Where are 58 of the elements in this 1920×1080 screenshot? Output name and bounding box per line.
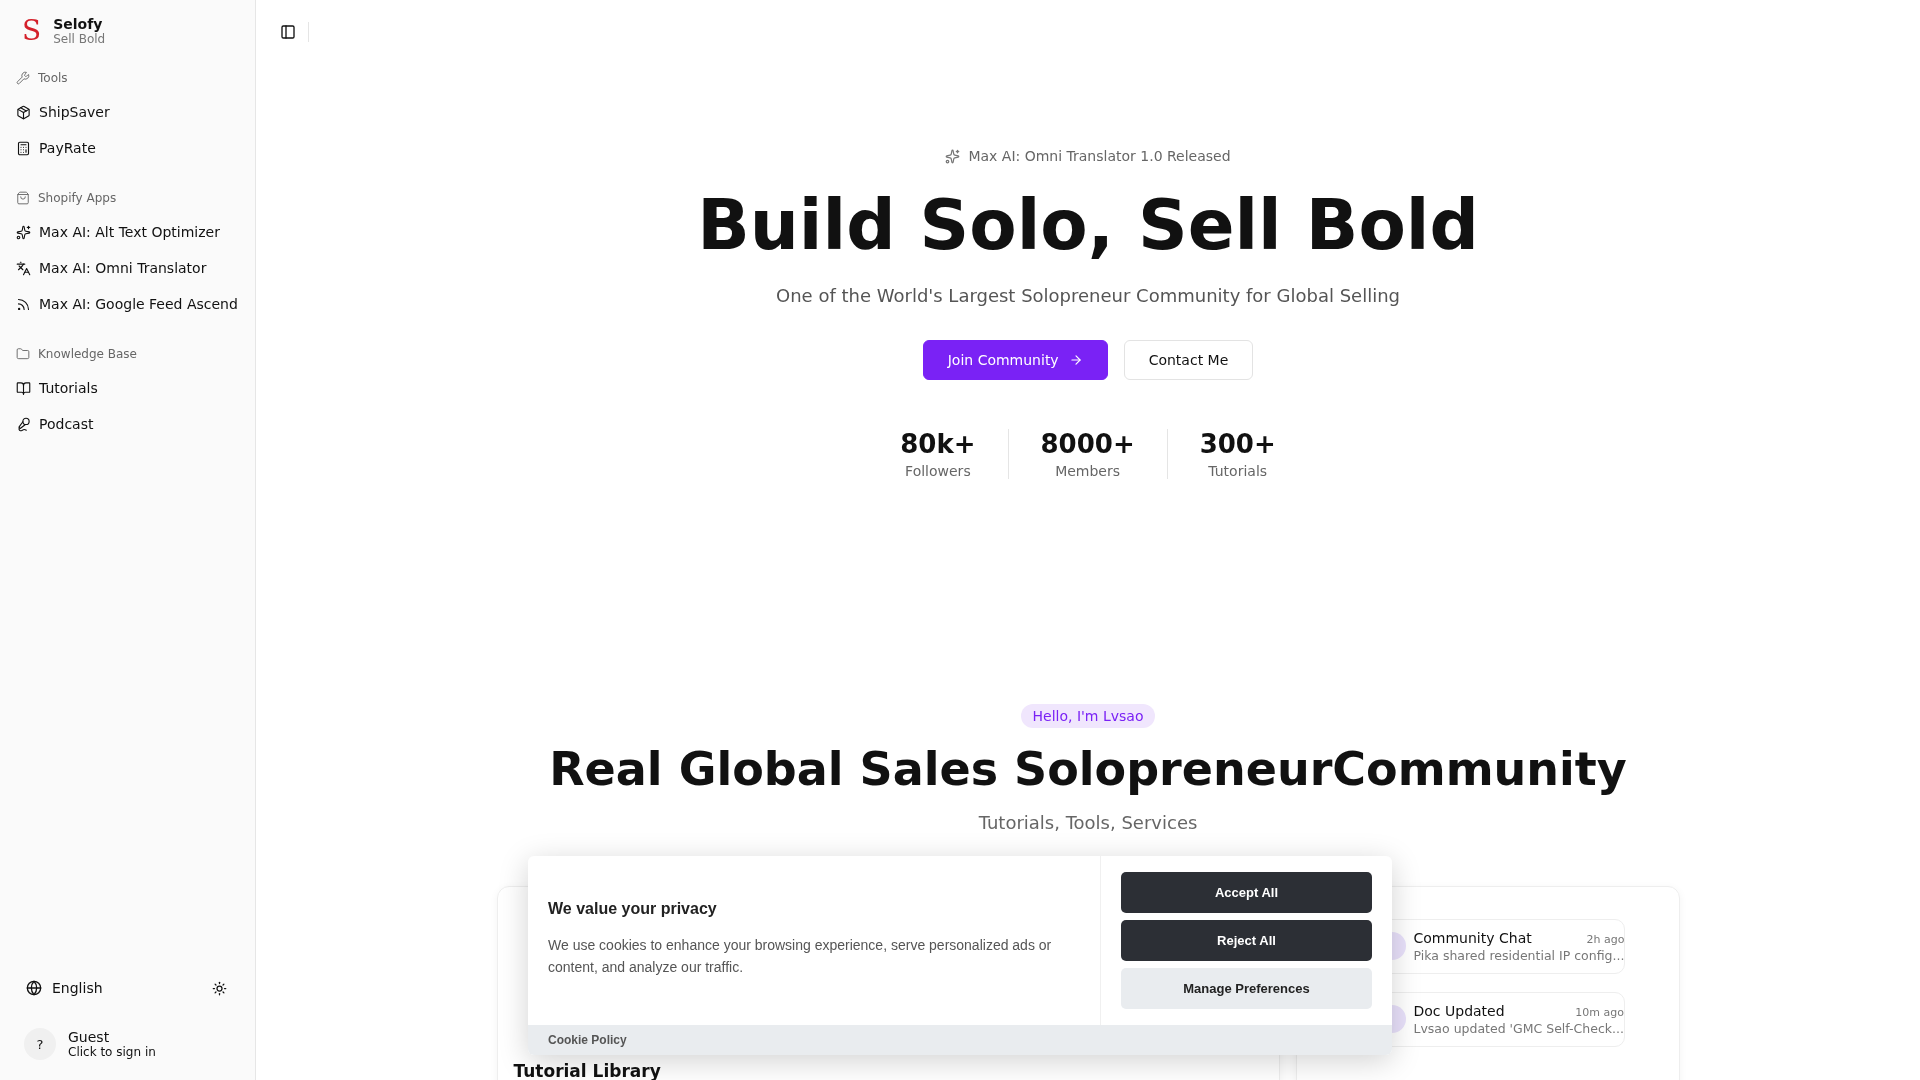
sidebar-toggle-icon[interactable] — [280, 24, 296, 40]
book-icon — [16, 380, 31, 396]
group-label: Tools — [38, 71, 68, 85]
activity-title: Community Chat — [1413, 929, 1532, 946]
cookie-button[interactable]: Reject All — [1121, 920, 1372, 961]
activity-time: 2h ago — [1586, 932, 1625, 946]
cube-icon — [16, 104, 31, 120]
cookie-text: We use cookies to enhance your browsing experience, serve personalized ads or content, and analyze our traffic. — [548, 936, 1053, 978]
cookie-button[interactable]: Accept All — [1121, 872, 1372, 913]
join-button[interactable]: Join Community — [922, 340, 1108, 381]
folder-icon — [16, 347, 30, 361]
cookie-title: We value your privacy — [548, 900, 718, 918]
cookie-policy-link[interactable]: Cookie Policy — [548, 1033, 627, 1047]
brand-name: Selofy — [53, 16, 104, 32]
microphone-icon — [16, 416, 31, 432]
stat-value: 8000+ — [1040, 429, 1135, 460]
sidebar-item[interactable]: Max AI: Google Feed Ascend — [8, 286, 247, 322]
sidebar-item[interactable]: Podcast — [8, 406, 247, 442]
sidebar-item[interactable]: Max AI: Alt Text Optimizer — [8, 214, 247, 250]
sidebar-item[interactable]: PayRate — [8, 130, 247, 166]
section-subtitle: Tutorials, Tools, Services — [978, 811, 1198, 833]
wrench-icon — [16, 71, 30, 85]
user-name: Guest — [68, 1029, 111, 1045]
stat-label: Members — [1055, 463, 1121, 480]
bag-icon — [16, 191, 30, 205]
brand-tagline: Sell Bold — [53, 32, 106, 46]
translate-icon — [16, 260, 31, 276]
stat-value: 300+ — [1199, 429, 1276, 460]
sidebar-item[interactable]: Max AI: Omni Translator — [8, 250, 247, 286]
greeting-pill: Hello, I'm Lvsao — [1020, 704, 1156, 729]
user-avatar[interactable]: ? — [24, 1028, 56, 1060]
stat-label: Followers — [905, 463, 971, 480]
group-label: Knowledge Base — [38, 347, 137, 361]
sidebar-item[interactable]: Tutorials — [8, 370, 247, 406]
library-title: Tutorial Library — [513, 1060, 662, 1080]
hero-subtitle: One of the World's Largest Solopreneur Community for Global Selling — [776, 285, 1400, 307]
sun-icon[interactable] — [212, 980, 227, 996]
hero-title: Build Solo, Sell Bold — [697, 186, 1479, 266]
announcement-badge[interactable]: Max AI: Omni Translator 1.0 Released — [945, 148, 1231, 164]
globe-icon — [26, 980, 42, 996]
cookie-button[interactable]: Manage Preferences — [1121, 968, 1372, 1009]
activity-text: Lvsao updated 'GMC Self-Check... — [1413, 1020, 1624, 1036]
language-button[interactable]: English — [26, 980, 103, 996]
activity-text: Pika shared residential IP config... — [1413, 947, 1625, 963]
feed-icon — [16, 296, 31, 312]
stat-label: Tutorials — [1208, 463, 1268, 480]
sign-in-link[interactable]: Click to sign in — [68, 1045, 156, 1059]
stat-value: 80k+ — [900, 429, 976, 460]
calculator-icon — [16, 140, 31, 156]
activity-title: Doc Updated — [1413, 1002, 1505, 1019]
section-title: Real Global Sales SolopreneurCommunity — [549, 742, 1627, 798]
sparkles-icon — [945, 148, 961, 164]
contact-button[interactable]: Contact Me — [1123, 340, 1254, 381]
group-label: Shopify Apps — [38, 191, 117, 205]
sparkles-icon — [16, 224, 31, 240]
brand-logo: S — [22, 17, 42, 45]
sidebar-item[interactable]: ShipSaver — [8, 94, 247, 130]
activity-time: 10m ago — [1575, 1005, 1624, 1019]
